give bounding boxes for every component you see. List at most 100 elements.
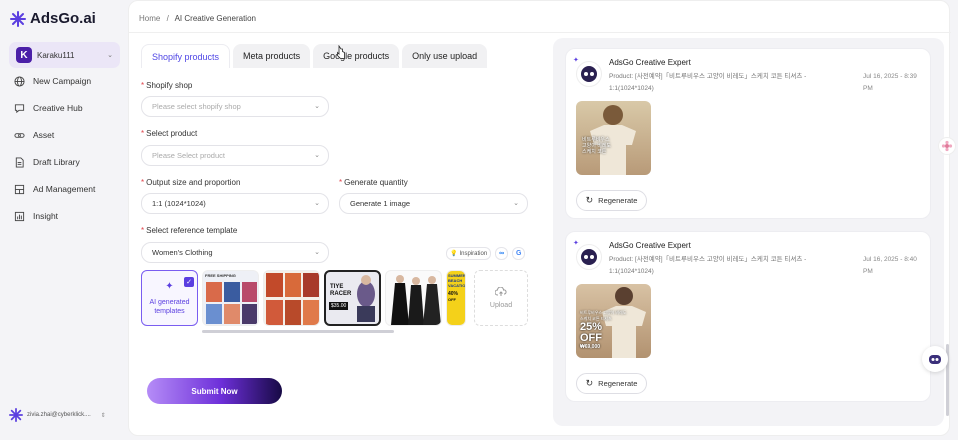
upload-label: Upload xyxy=(489,302,513,309)
result-title: AdsGo Creative Expert xyxy=(609,241,691,250)
sidebar-item-draft-library[interactable]: Draft Library xyxy=(14,154,80,170)
link-icon xyxy=(14,132,25,138)
generated-image[interactable]: 비트루비우스 고양이 비레도 스케치 코튼 티셔츠 25% OFF ₩69,00… xyxy=(576,284,651,358)
source-tabs: Shopify products Meta products Google pr… xyxy=(141,44,488,68)
sparkle-icon: ✦ xyxy=(165,280,174,292)
template-price: $35.00 xyxy=(329,302,349,310)
sidebar-item-creative-hub[interactable]: Creative Hub xyxy=(14,100,83,116)
header-divider xyxy=(129,32,951,33)
sidebar-item-label: Asset xyxy=(33,130,55,140)
bar-chart-icon xyxy=(14,211,25,221)
chevron-updown-icon: ⇕ xyxy=(100,412,106,419)
breadcrumb-home[interactable]: Home xyxy=(139,14,160,23)
side-widget-button[interactable] xyxy=(938,137,956,155)
quantity-select[interactable]: Generate 1 image ⌄ xyxy=(339,193,528,214)
logo-icon xyxy=(10,10,26,27)
logo-text: AdsGo.ai xyxy=(30,10,96,27)
assistant-chat-button[interactable] xyxy=(922,346,948,372)
shop-select[interactable]: Please select shopify shop ⌄ xyxy=(141,96,329,117)
result-product: Product: [사전예약]「비트루비우스 고양이 비레도」스케치 코튼 티셔… xyxy=(609,256,807,275)
flower-icon xyxy=(941,140,953,152)
ai-generated-templates-card[interactable]: ✓ ✦ AI generated templates xyxy=(141,270,198,326)
sidebar-item-insight[interactable]: Insight xyxy=(14,208,58,224)
breadcrumb: Home / AI Creative Generation xyxy=(139,14,256,23)
logo-icon xyxy=(9,408,23,422)
size-select[interactable]: 1:1 (1024*1024) ⌄ xyxy=(141,193,329,214)
chevron-down-icon: ⌄ xyxy=(314,152,320,159)
google-filter-button[interactable]: G xyxy=(512,247,526,260)
sparkle-icon: ✦ xyxy=(573,240,579,247)
tab-meta-products[interactable]: Meta products xyxy=(233,44,311,68)
tab-shopify-products[interactable]: Shopify products xyxy=(141,44,231,68)
user-email: zivia.zhai@cyberklick.... xyxy=(27,412,91,418)
regenerate-button[interactable]: ↻ Regenerate xyxy=(576,190,647,211)
results-panel: ✦ AdsGo Creative Expert Product: [사전예약]「… xyxy=(553,38,944,426)
sidebar-item-new-campaign[interactable]: New Campaign xyxy=(14,73,91,89)
workspace-selector[interactable]: K Karaku111 ⌄ xyxy=(9,42,120,68)
bot-avatar xyxy=(576,244,602,270)
generated-image[interactable]: 비트루비우스 고양이 비레도 스케치 코튼 xyxy=(576,101,651,175)
image-overlay-text: 비트루비우스 고양이 비레도 스케치 코튼 티셔츠 25% OFF ₩69,00… xyxy=(580,310,627,350)
checkbox-checked-icon: ✓ xyxy=(184,277,194,287)
refresh-icon: ↻ xyxy=(585,378,594,388)
meta-filter-button[interactable]: ∞ xyxy=(495,247,509,260)
chevron-down-icon: ⌄ xyxy=(513,200,519,207)
lightbulb-icon: 💡 xyxy=(450,251,458,257)
shop-placeholder: Please select shopify shop xyxy=(152,102,241,111)
inspiration-button[interactable]: 💡 Inspiration xyxy=(446,247,492,260)
template-thumbnail xyxy=(357,275,375,322)
size-label: * Output size and proportion xyxy=(141,178,241,187)
template-category-select[interactable]: Women's Clothing ⌄ xyxy=(141,242,329,263)
regenerate-button[interactable]: ↻ Regenerate xyxy=(576,373,647,394)
chat-icon xyxy=(14,103,25,113)
google-icon: G xyxy=(515,250,522,257)
robot-icon xyxy=(581,66,597,82)
workspace-name: Karaku111 xyxy=(37,50,75,60)
sidebar-item-asset[interactable]: Asset xyxy=(14,127,54,143)
result-card: ✦ AdsGo Creative Expert Product: [사전예약]「… xyxy=(565,48,931,219)
sidebar-item-ad-management[interactable]: Ad Management xyxy=(14,181,95,197)
mouse-cursor-icon xyxy=(337,45,345,59)
template-card[interactable]: TIYE RACER $35.00 xyxy=(324,270,381,326)
template-source-buttons: 💡 Inspiration ∞ G xyxy=(446,247,526,260)
template-scrollbar[interactable] xyxy=(202,330,394,333)
result-timestamp: Jul 16, 2025 - 8:39 PM xyxy=(863,73,917,92)
chevron-down-icon: ⌄ xyxy=(314,103,320,110)
sparkle-icon: ✦ xyxy=(573,57,579,64)
inspiration-label: Inspiration xyxy=(459,250,488,257)
tab-google-products[interactable]: Google products xyxy=(313,44,400,68)
template-headline: TIYE RACER xyxy=(330,284,352,297)
template-label: * Select reference template xyxy=(141,226,238,235)
result-product: Product: [사전예약]「비트루비우스 고양이 비레도」스케치 코튼 티셔… xyxy=(609,73,807,92)
refresh-icon: ↻ xyxy=(585,195,594,205)
regenerate-label: Regenerate xyxy=(598,379,638,388)
logo[interactable]: AdsGo.ai xyxy=(10,10,96,27)
globe-icon xyxy=(14,75,25,87)
bot-avatar xyxy=(576,61,602,87)
shop-label: * Shopify shop xyxy=(141,81,193,90)
quantity-value: Generate 1 image xyxy=(350,199,411,208)
product-placeholder: Please Select product xyxy=(152,151,225,160)
sidebar-item-label: Insight xyxy=(33,211,59,221)
upload-template-card[interactable]: Upload xyxy=(474,270,528,326)
quantity-label: * Generate quantity xyxy=(339,178,408,187)
chevron-down-icon: ⌄ xyxy=(314,200,320,207)
result-title: AdsGo Creative Expert xyxy=(609,58,691,67)
result-card: ✦ AdsGo Creative Expert Product: [사전예약]「… xyxy=(565,231,931,402)
robot-icon xyxy=(581,249,597,265)
template-card[interactable]: FREE SHIPPING xyxy=(202,270,259,326)
template-card[interactable]: SUMMERBEACHVACATION 40%OFF xyxy=(446,270,466,326)
product-select[interactable]: Please Select product ⌄ xyxy=(141,145,329,166)
submit-button[interactable]: Submit Now xyxy=(147,378,282,404)
template-thumbnail xyxy=(391,275,441,325)
template-category-value: Women's Clothing xyxy=(152,248,213,257)
workspace-badge: K xyxy=(16,47,32,63)
tab-only-use-upload[interactable]: Only use upload xyxy=(402,44,488,68)
template-card[interactable] xyxy=(385,270,442,326)
template-thumbnail xyxy=(206,282,257,324)
user-menu[interactable]: zivia.zhai@cyberklick.... ⇕ xyxy=(9,408,106,422)
template-promo-text: SUMMERBEACHVACATION 40%OFF xyxy=(448,273,466,302)
template-card[interactable] xyxy=(263,270,320,326)
chevron-down-icon: ⌄ xyxy=(314,249,320,256)
sidebar: AdsGo.ai K Karaku111 ⌄ New Campaign Crea… xyxy=(0,0,128,440)
